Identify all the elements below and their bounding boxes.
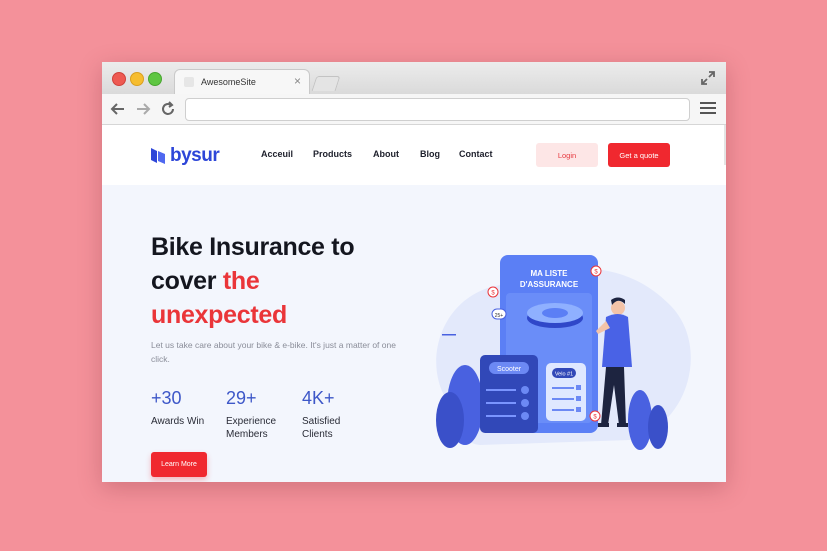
- headline-highlight-the: the: [222, 267, 260, 295]
- forward-arrow-icon[interactable]: [135, 101, 151, 117]
- stat-label: Satisfied Clients: [302, 416, 341, 440]
- site-logo[interactable]: bysur: [150, 145, 220, 167]
- stat-value: 4K+: [302, 388, 335, 408]
- browser-tab[interactable]: AwesomeSite ×: [174, 69, 310, 95]
- hero-headline: Bike Insurance to cover the unexpected: [151, 230, 401, 332]
- nav-contact[interactable]: Contact: [459, 149, 493, 159]
- address-bar[interactable]: [185, 98, 690, 121]
- maximize-window-button[interactable]: [148, 72, 162, 86]
- insurance-illustration: MA LISTE D'ASSURANCE 25+ Scooter Velo #1: [436, 255, 691, 450]
- get-quote-button[interactable]: Get a quote: [608, 143, 670, 167]
- title-bar: AwesomeSite ×: [102, 62, 726, 95]
- stat-label: Awards Win: [151, 416, 205, 427]
- logo-mark-icon: [151, 148, 165, 164]
- back-arrow-icon[interactable]: [110, 101, 126, 117]
- nav-blog[interactable]: Blog: [420, 149, 440, 159]
- browser-toolbar: [102, 94, 726, 125]
- scrollbar[interactable]: [724, 125, 726, 165]
- reload-icon[interactable]: [160, 101, 176, 117]
- stat-awards: +30 Awards Win: [151, 388, 221, 428]
- headline-highlight-unexpected: unexpected: [151, 301, 287, 329]
- nav-products[interactable]: Products: [313, 149, 352, 159]
- scooter-label: Scooter: [497, 366, 522, 373]
- nav-about[interactable]: About: [373, 149, 399, 159]
- new-tab-button[interactable]: [311, 76, 341, 91]
- headline-line-2: cover: [151, 267, 223, 295]
- tab-title: AwesomeSite: [201, 77, 256, 87]
- hero-subtext: Let us take care about your bike & e-bik…: [151, 340, 396, 364]
- learn-more-button[interactable]: Learn More: [151, 452, 207, 477]
- plant-right: [628, 390, 652, 450]
- headline-line-1: Bike Insurance to: [151, 233, 355, 261]
- hamburger-menu-icon[interactable]: [700, 102, 716, 116]
- minimize-window-button[interactable]: [130, 72, 144, 86]
- fullscreen-icon[interactable]: [700, 70, 716, 86]
- velo-label: Velo #1: [555, 372, 573, 378]
- stat-value: +30: [151, 388, 182, 408]
- close-window-button[interactable]: [112, 72, 126, 86]
- site-header: bysur Acceuil Products About Blog Contac…: [102, 125, 726, 185]
- hero-section: Bike Insurance to cover the unexpected L…: [102, 185, 726, 482]
- login-button[interactable]: Login: [536, 143, 598, 167]
- web-page: bysur Acceuil Products About Blog Contac…: [102, 125, 726, 482]
- card-title-line-2: D'ASSURANCE: [520, 280, 579, 289]
- logo-text: bysur: [170, 145, 220, 166]
- stat-value: 29+: [226, 388, 257, 408]
- card-title-line-1: MA LISTE: [530, 269, 568, 278]
- stat-members: 29+ Experience Members: [226, 388, 296, 441]
- percent-label: 25+: [495, 313, 504, 319]
- tab-close-icon[interactable]: ×: [294, 74, 301, 88]
- browser-window: AwesomeSite × bysur Acceuil Products Abo…: [102, 62, 726, 482]
- nav-acceuil[interactable]: Acceuil: [261, 149, 293, 159]
- stat-label: Experience Members: [226, 416, 277, 440]
- favicon-icon: [184, 77, 194, 87]
- stat-clients: 4K+ Satisfied Clients: [302, 388, 372, 441]
